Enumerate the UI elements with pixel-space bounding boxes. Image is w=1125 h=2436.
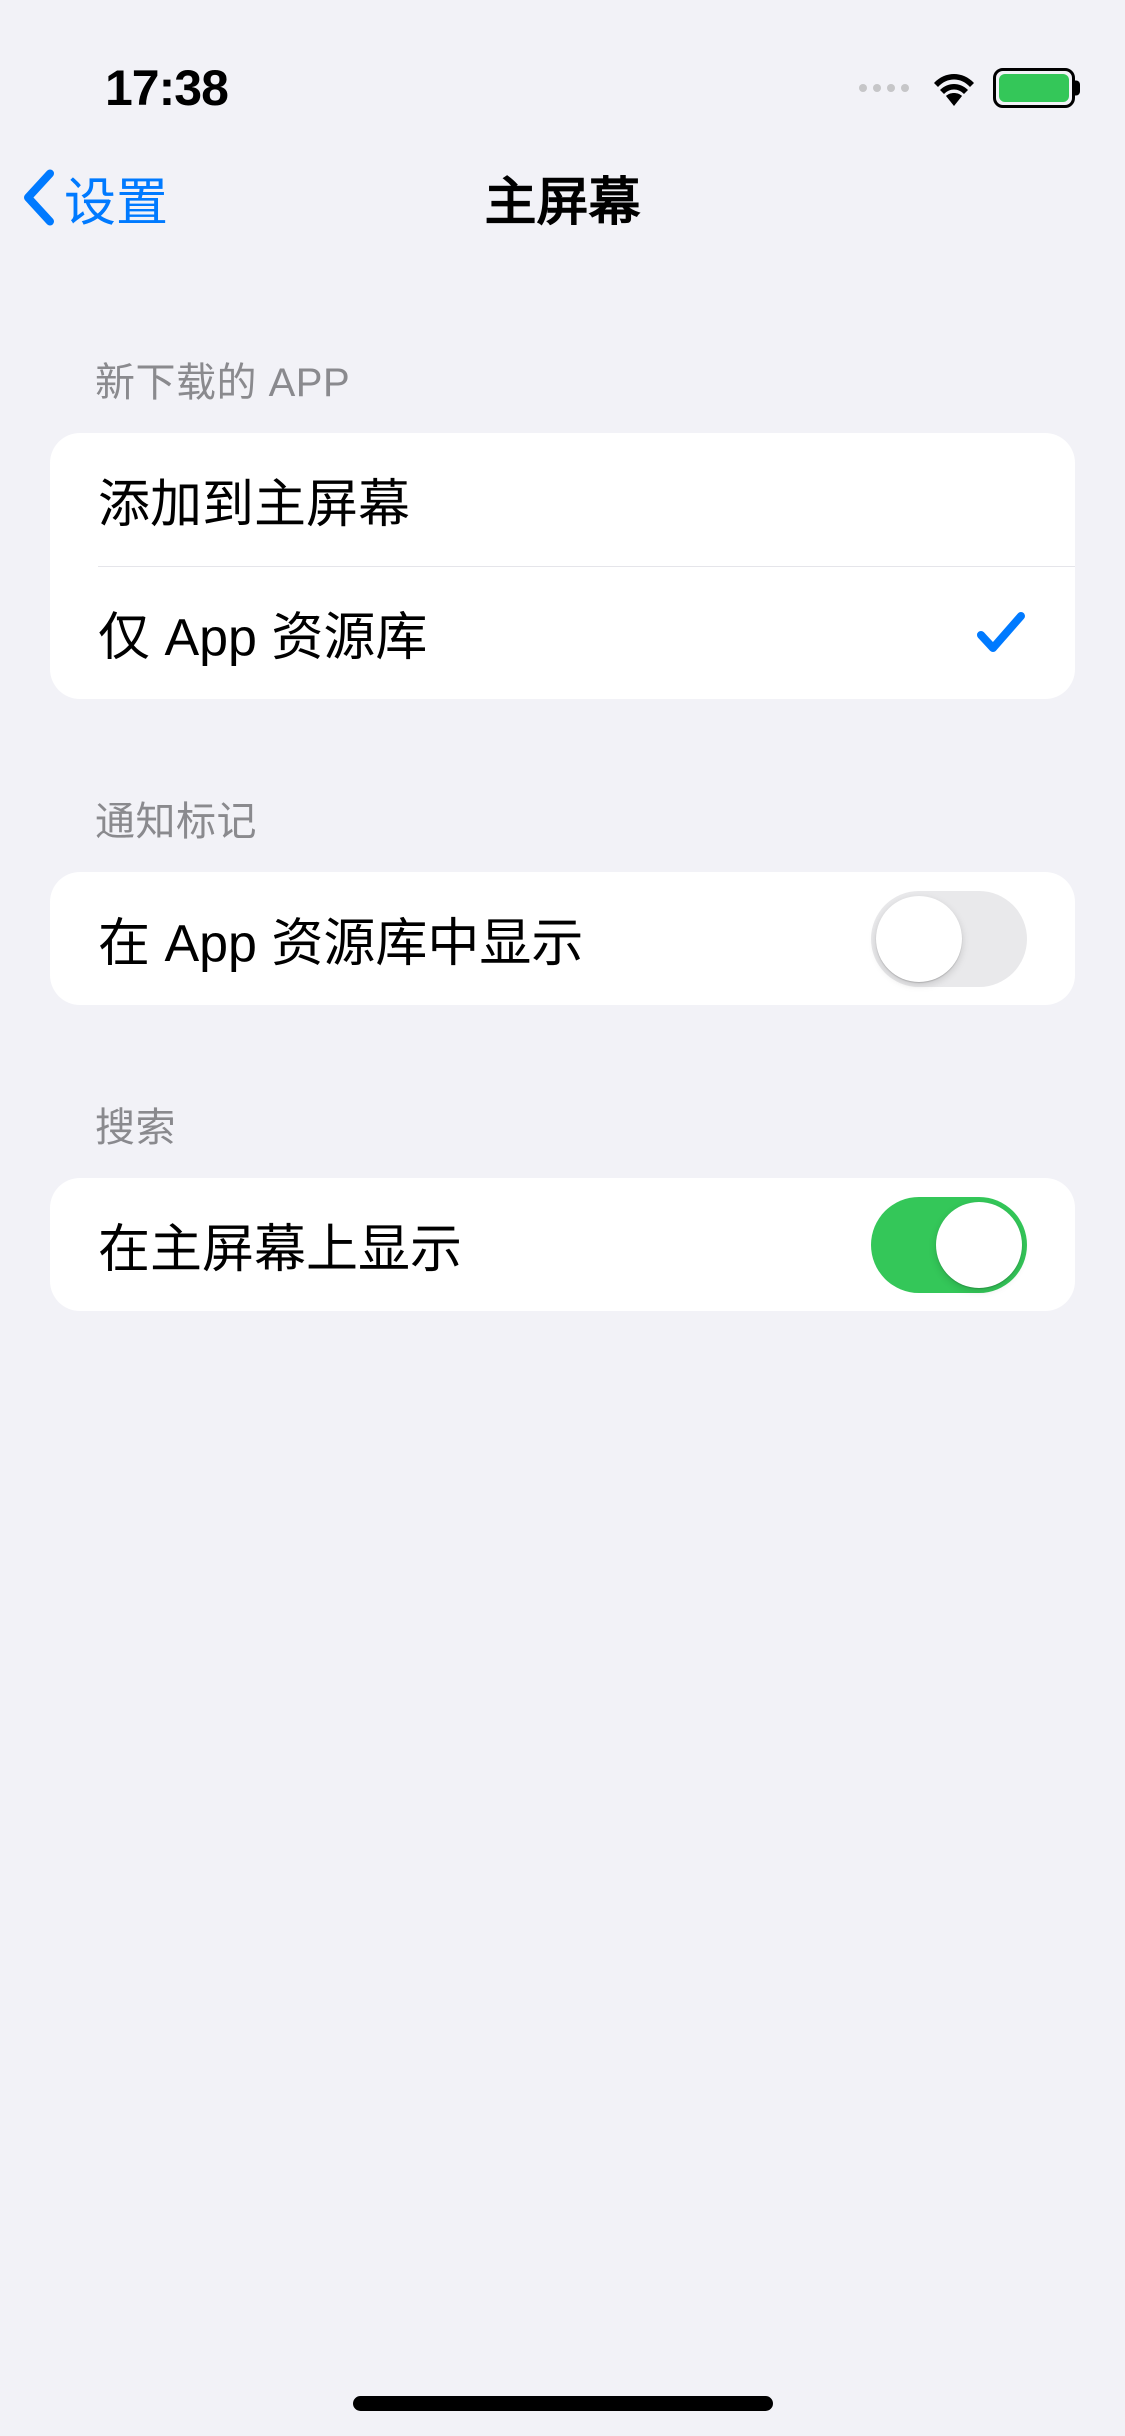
chevron-left-icon xyxy=(20,169,56,227)
status-bar: 17:38 xyxy=(0,0,1125,130)
status-indicators xyxy=(859,68,1075,108)
section-search: 搜索 在主屏幕上显示 xyxy=(50,1095,1075,1311)
option-label: 添加到主屏幕 xyxy=(98,462,410,537)
row-show-in-app-library: 在 App 资源库中显示 xyxy=(50,872,1075,1005)
row-label: 在 App 资源库中显示 xyxy=(98,901,583,976)
section-header-new-downloads: 新下载的 APP xyxy=(50,350,1075,433)
option-add-to-home[interactable]: 添加到主屏幕 xyxy=(50,433,1075,566)
status-time: 17:38 xyxy=(105,59,228,117)
option-label: 仅 App 资源库 xyxy=(98,595,427,670)
checkmark-icon xyxy=(975,608,1027,658)
section-badges: 通知标记 在 App 资源库中显示 xyxy=(50,789,1075,1005)
group-new-downloads: 添加到主屏幕 仅 App 资源库 xyxy=(50,433,1075,699)
back-button[interactable]: 设置 xyxy=(20,160,168,235)
wifi-icon xyxy=(929,69,979,107)
navigation-bar: 设置 主屏幕 xyxy=(0,130,1125,265)
back-label: 设置 xyxy=(64,160,168,235)
row-show-on-home: 在主屏幕上显示 xyxy=(50,1178,1075,1311)
page-title: 主屏幕 xyxy=(484,160,640,235)
option-app-library-only[interactable]: 仅 App 资源库 xyxy=(50,566,1075,699)
group-badges: 在 App 资源库中显示 xyxy=(50,872,1075,1005)
home-indicator[interactable] xyxy=(353,2396,773,2411)
section-new-downloads: 新下载的 APP 添加到主屏幕 仅 App 资源库 xyxy=(50,350,1075,699)
battery-icon xyxy=(993,68,1075,108)
toggle-show-on-home[interactable] xyxy=(871,1197,1027,1293)
toggle-show-in-app-library[interactable] xyxy=(871,891,1027,987)
row-label: 在主屏幕上显示 xyxy=(98,1207,462,1282)
group-search: 在主屏幕上显示 xyxy=(50,1178,1075,1311)
section-header-badges: 通知标记 xyxy=(50,789,1075,872)
cellular-icon xyxy=(859,84,909,92)
section-header-search: 搜索 xyxy=(50,1095,1075,1178)
